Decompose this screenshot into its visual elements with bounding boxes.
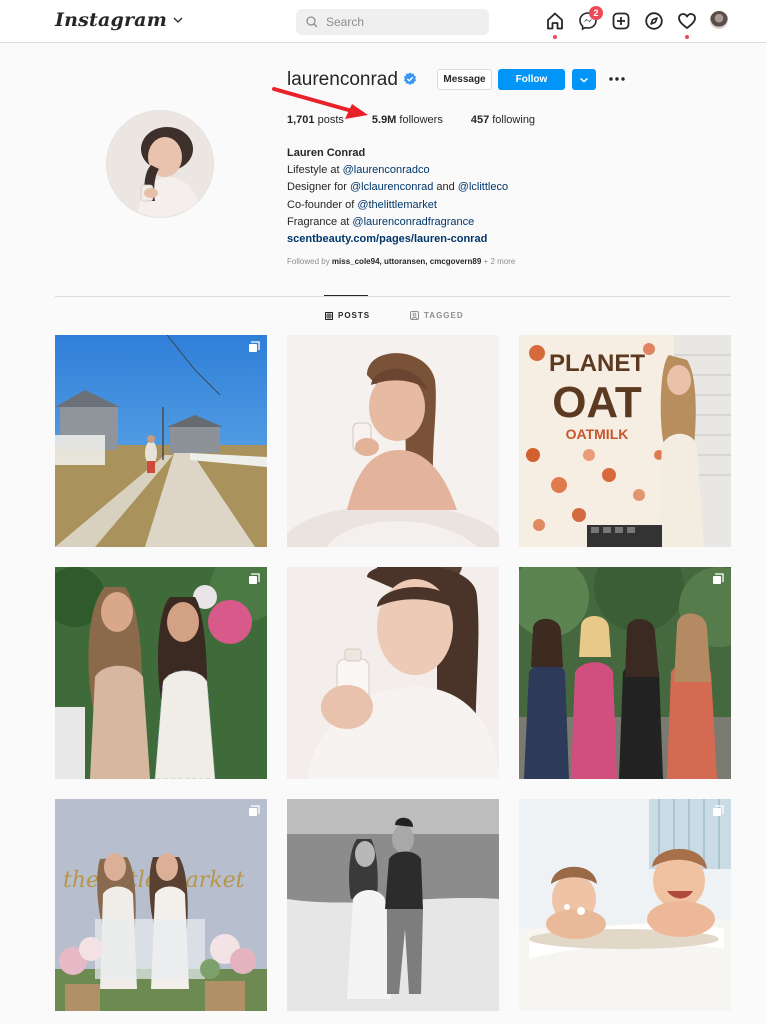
post-image [287,335,499,547]
post-image [519,799,731,1011]
post-image [519,567,731,779]
post-image [55,567,267,779]
carousel-icon [713,573,724,584]
post-image: the little market [55,799,267,1011]
tab-tagged[interactable]: TAGGED [410,311,464,320]
messenger-button[interactable]: 2 [578,6,603,31]
avatar [710,11,728,29]
tabs-divider [55,296,730,297]
active-tab-indicator [324,295,368,296]
profile-photo [107,111,213,217]
banner-line-2: OAT [552,378,642,427]
home-notification-dot [553,35,557,39]
profile-picture[interactable] [106,110,214,218]
follow-button[interactable]: Follow [498,69,565,90]
post-tile[interactable] [55,567,267,779]
logo-wordmark: Instagram [55,9,167,31]
post-tile[interactable] [55,335,267,547]
mention-link[interactable]: @lclittleco [458,181,508,193]
search-icon [306,16,318,28]
post-tile[interactable] [519,567,731,779]
following-count: 457 [470,114,490,126]
chevron-down-icon [173,17,183,23]
tab-posts-label: POSTS [338,311,371,320]
more-options-button[interactable] [608,71,626,87]
message-button[interactable]: Message [437,69,492,90]
post-tile[interactable]: the little market [55,799,267,1011]
tab-tagged-label: TAGGED [424,311,464,320]
grid-icon [325,311,333,320]
home-icon [547,12,563,30]
carousel-icon [249,341,260,352]
post-tile[interactable] [287,335,499,547]
post-tile[interactable] [287,799,499,1011]
followers-count: 5.9M [371,114,397,126]
full-name: Lauren Conrad [287,147,366,159]
banner-line-1: PLANET [549,350,645,377]
post-image [287,567,499,779]
tag-person-icon [410,311,419,320]
activity-heart-icon [678,13,696,29]
explore-button[interactable] [644,11,664,31]
followers-stat[interactable]: 5.9M followers [372,114,443,126]
bio-line: Fragrance at @laurenconradfragrance [287,215,475,228]
post-tile[interactable] [519,799,731,1011]
bio-line: Co-founder of @thelittlemarket [287,198,437,211]
home-button[interactable] [545,11,565,39]
carousel-icon [713,805,724,816]
explore-icon [645,12,663,30]
post-tile[interactable] [287,567,499,779]
message-count-badge: 2 [589,6,603,20]
activity-button[interactable] [677,11,697,39]
annotation-arrow-icon [272,87,368,119]
new-post-icon [612,12,630,30]
suggested-dropdown-button[interactable] [572,69,596,90]
new-post-button[interactable] [611,11,631,31]
following-label: following [492,114,536,126]
followed-by[interactable]: Followed by miss_cole94, uttoransen, cmc… [287,257,515,266]
followed-by-users: miss_cole94, uttoransen, cmcgovern89 [331,257,482,266]
carousel-icon [249,805,260,816]
carousel-icon [249,573,260,584]
mention-link[interactable]: @lclaurenconrad [350,181,433,193]
search-input[interactable] [326,15,466,29]
more-dots-icon [609,77,625,81]
bio-line: Designer for @lclaurenconrad and @lclitt… [287,181,509,194]
post-image: PLANET OAT OATMILK [519,335,731,547]
mention-link[interactable]: @laurenconradco [343,164,430,176]
chevron-down-icon [580,77,588,82]
mention-link[interactable]: @laurenconradfragrance [352,216,474,228]
profile-bio: Lauren Conrad Lifestyle at @laurenconrad… [287,145,508,248]
post-image [287,799,499,1011]
profile-button[interactable] [710,11,730,31]
followers-label: followers [399,114,443,126]
following-stat[interactable]: 457 following [471,114,535,126]
post-image [55,335,267,547]
search-box[interactable] [296,9,489,35]
activity-notification-dot [685,35,689,39]
top-nav: Instagram 2 [0,0,766,43]
bio-line: Lifestyle at @laurenconradco [287,164,430,177]
instagram-logo[interactable]: Instagram [55,9,183,31]
verified-badge-icon [404,72,416,85]
tab-posts[interactable]: POSTS [325,311,370,320]
mention-link[interactable]: @thelittlemarket [357,199,437,211]
post-tile[interactable]: PLANET OAT OATMILK [519,335,731,547]
banner-line-3: OATMILK [566,426,629,442]
bio-website-link[interactable]: scentbeauty.com/pages/lauren-conrad [287,231,508,248]
